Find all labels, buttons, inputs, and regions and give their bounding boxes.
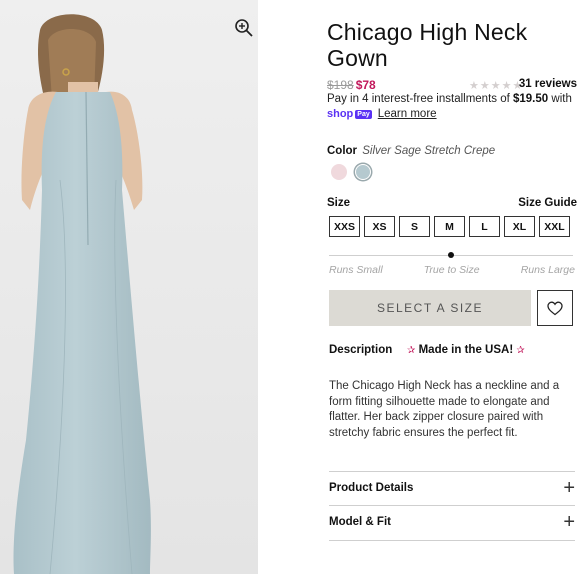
divider [329,540,575,541]
shop-pay-logo: shop Pay [327,108,372,120]
select-size-button[interactable]: SELECT A SIZE [329,290,531,326]
product-image[interactable] [0,0,258,574]
description-label: Description [329,344,393,356]
size-option-xl[interactable]: XL [504,216,535,237]
description-header: Description ✰ Made in the USA! ✰ [329,344,577,356]
accordion-label: Model & Fit [329,516,391,528]
heart-icon [547,301,563,315]
shop-pay-badge: Pay [355,109,372,119]
description-text: The Chicago High Neck has a neckline and… [329,380,560,439]
accordion-product-details[interactable]: Product Details + [329,478,575,498]
plus-icon: + [563,477,575,499]
divider [329,505,575,506]
accordion-model-fit[interactable]: Model & Fit + [329,512,575,532]
shop-logo-text: shop [327,108,354,120]
fit-scale-marker [448,252,454,258]
color-value: Silver Sage Stretch Crepe [362,145,496,157]
size-option-xs[interactable]: XS [364,216,395,237]
zoom-in-icon[interactable] [234,18,254,38]
learn-more-link[interactable]: Learn more [378,108,437,120]
accordion-label: Product Details [329,482,414,494]
sale-price: $78 [355,78,376,92]
fit-label-true: True to Size [423,264,480,276]
star-icon: ✰ [407,345,416,356]
rating-stars[interactable]: ★★★★★ [469,79,523,92]
plus-icon: + [563,511,575,533]
size-header: Size Size Guide [327,197,577,209]
fit-label-small: Runs Small [329,264,383,276]
size-label: Size [327,197,351,209]
installment-amount: $19.50 [513,93,549,105]
size-option-m[interactable]: M [434,216,465,237]
color-swatch-silver-sage[interactable] [355,164,371,180]
color-row: Color Silver Sage Stretch Crepe [327,145,495,157]
original-price: $198 [327,78,354,92]
made-in-usa-text: Made in the USA! [418,344,514,356]
color-label: Color [327,145,358,157]
size-option-xxs[interactable]: XXS [329,216,360,237]
divider [329,471,575,472]
gown-photo [0,0,258,574]
reviews-link[interactable]: 31 reviews [519,78,577,90]
size-option-l[interactable]: L [469,216,500,237]
color-swatch-blush[interactable] [331,164,347,180]
fit-scale-labels: Runs Small True to Size Runs Large [329,264,575,276]
size-options: XXS XS S M L XL XXL [329,216,570,237]
installments-suffix: with [548,93,572,105]
size-option-s[interactable]: S [399,216,430,237]
star-icon: ✰ [516,345,525,356]
price-row: $198 $78 ★★★★★ 31 reviews [327,78,577,94]
shop-pay-row: shop Pay Learn more [327,107,437,121]
installments-text: Pay in 4 interest-free installments of $… [327,93,580,105]
wishlist-button[interactable] [537,290,573,326]
size-option-xxl[interactable]: XXL [539,216,570,237]
made-in-usa-badge: ✰ Made in the USA! ✰ [407,344,525,356]
installments-prefix: Pay in 4 interest-free installments of [327,93,513,105]
fit-label-large: Runs Large [520,264,575,276]
size-guide-link[interactable]: Size Guide [518,197,577,209]
product-title: Chicago High Neck Gown [327,19,528,71]
